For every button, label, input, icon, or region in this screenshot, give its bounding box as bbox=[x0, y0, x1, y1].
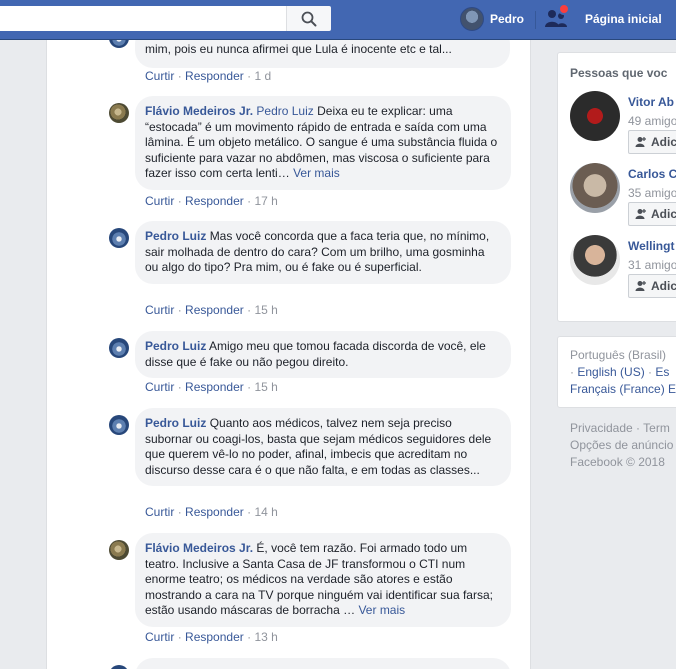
commenter-avatar[interactable] bbox=[109, 103, 129, 123]
separator: · bbox=[636, 421, 641, 435]
comments-panel: mim, pois eu nunca afirmei que Lula é in… bbox=[46, 40, 531, 669]
like-link[interactable]: Curtir bbox=[145, 630, 174, 644]
comment-time[interactable]: 14 h bbox=[254, 505, 277, 519]
reply-link[interactable]: Responder bbox=[185, 630, 244, 644]
mutual-friends[interactable]: 35 amigo bbox=[628, 186, 676, 200]
current-language: Português (Brasil) bbox=[570, 348, 667, 362]
add-friend-button[interactable]: Adic bbox=[628, 202, 676, 226]
comment-time[interactable]: 1 d bbox=[254, 69, 271, 83]
profile-link[interactable]: Pedro bbox=[460, 6, 524, 32]
comment-actions: Curtir · Responder · 15 h bbox=[145, 380, 278, 394]
comment-author[interactable]: Pedro Luiz bbox=[145, 416, 206, 430]
like-link[interactable]: Curtir bbox=[145, 194, 174, 208]
mutual-friends[interactable]: 49 amigo bbox=[628, 114, 676, 128]
comment-bubble: Flávio Medeiros Jr. Pedro Luiz Deixa eu … bbox=[135, 96, 511, 190]
comment-time[interactable]: 17 h bbox=[254, 194, 277, 208]
separator: · bbox=[570, 365, 574, 379]
avatar bbox=[460, 7, 484, 31]
comment-mention[interactable]: Pedro Luiz bbox=[256, 104, 313, 118]
add-friend-label: Adic bbox=[651, 207, 676, 221]
comment-author[interactable]: Flávio Medeiros Jr. bbox=[145, 104, 253, 118]
privacy-link[interactable]: Privacidade bbox=[570, 421, 633, 435]
language-english[interactable]: English (US) bbox=[577, 365, 644, 379]
divider bbox=[535, 11, 536, 29]
comment-text: mim, pois eu nunca afirmei que Lula é in… bbox=[145, 42, 452, 56]
comment-time[interactable]: 15 h bbox=[254, 303, 277, 317]
footer-links: Privacidade · Term Opções de anúncio Fac… bbox=[570, 420, 673, 471]
person-name[interactable]: Carlos C bbox=[628, 167, 676, 181]
top-bar: Pedro Página inicial bbox=[0, 0, 676, 40]
add-friend-icon bbox=[635, 137, 646, 147]
search-button[interactable] bbox=[286, 6, 331, 31]
mutual-friends[interactable]: 31 amigo bbox=[628, 258, 676, 272]
reply-link[interactable]: Responder bbox=[185, 69, 244, 83]
people-you-may-know: Pessoas que voc Vitor Ab 49 amigo Adic C… bbox=[557, 52, 676, 322]
commenter-avatar[interactable] bbox=[109, 228, 129, 248]
commenter-avatar[interactable] bbox=[109, 338, 129, 358]
language-french[interactable]: Français (France) bbox=[570, 382, 665, 396]
like-link[interactable]: Curtir bbox=[145, 505, 174, 519]
profile-name: Pedro bbox=[490, 12, 525, 26]
add-friend-label: Adic bbox=[651, 135, 676, 149]
see-more-link[interactable]: Ver mais bbox=[358, 603, 405, 617]
reply-link[interactable]: Responder bbox=[185, 505, 244, 519]
commenter-avatar[interactable] bbox=[109, 415, 129, 435]
copyright: Facebook © 2018 bbox=[570, 455, 665, 469]
person-name[interactable]: Wellingt bbox=[628, 239, 674, 253]
comment-actions: Curtir · Responder · 14 h bbox=[145, 505, 278, 519]
section-title: Pessoas que voc bbox=[570, 66, 668, 80]
terms-link[interactable]: Term bbox=[643, 421, 670, 435]
add-friend-button[interactable]: Adic bbox=[628, 274, 676, 298]
home-link[interactable]: Página inicial bbox=[585, 12, 662, 26]
add-friend-icon bbox=[635, 209, 646, 219]
avatar[interactable] bbox=[570, 235, 620, 285]
comment-author[interactable]: Flávio Medeiros Jr. bbox=[145, 541, 253, 555]
comment-actions: Curtir · Responder · 1 d bbox=[145, 69, 272, 83]
commenter-avatar[interactable] bbox=[109, 540, 129, 560]
avatar[interactable] bbox=[570, 91, 620, 141]
comment-bubble: Pedro Luiz Amigo meu que tomou facada di… bbox=[135, 331, 511, 379]
avatar[interactable] bbox=[570, 163, 620, 213]
comment-actions: Curtir · Responder · 13 h bbox=[145, 630, 278, 644]
reply-link[interactable]: Responder bbox=[185, 303, 244, 317]
commenter-avatar[interactable] bbox=[109, 665, 129, 669]
ad-choices-link[interactable]: Opções de anúncio bbox=[570, 437, 673, 454]
language-spanish[interactable]: Es bbox=[655, 365, 669, 379]
notification-badge bbox=[558, 3, 570, 15]
language-other[interactable]: E bbox=[668, 382, 676, 396]
comment-bubble: Flávio Medeiros Jr. É, você tem razão. F… bbox=[135, 533, 511, 627]
add-friend-label: Adic bbox=[651, 279, 676, 293]
comment-time[interactable]: 13 h bbox=[254, 630, 277, 644]
comment-bubble bbox=[135, 658, 511, 669]
see-more-link[interactable]: Ver mais bbox=[293, 166, 340, 180]
comment-author[interactable]: Pedro Luiz bbox=[145, 339, 206, 353]
like-link[interactable]: Curtir bbox=[145, 69, 174, 83]
comment-actions: Curtir · Responder · 17 h bbox=[145, 194, 278, 208]
person-name[interactable]: Vitor Ab bbox=[628, 95, 674, 109]
comment-author[interactable]: Pedro Luiz bbox=[145, 229, 206, 243]
reply-link[interactable]: Responder bbox=[185, 194, 244, 208]
commenter-avatar[interactable] bbox=[109, 40, 129, 48]
like-link[interactable]: Curtir bbox=[145, 380, 174, 394]
comment-bubble: Pedro Luiz Mas você concorda que a faca … bbox=[135, 221, 511, 284]
search-icon bbox=[301, 11, 317, 26]
separator: · bbox=[648, 365, 653, 379]
comment-bubble: mim, pois eu nunca afirmei que Lula é in… bbox=[135, 40, 510, 68]
language-selector: Português (Brasil) · English (US) · Es F… bbox=[557, 336, 676, 408]
like-link[interactable]: Curtir bbox=[145, 303, 174, 317]
comment-bubble: Pedro Luiz Quanto aos médicos, talvez ne… bbox=[135, 408, 511, 487]
comment-time[interactable]: 15 h bbox=[254, 380, 277, 394]
reply-link[interactable]: Responder bbox=[185, 380, 244, 394]
add-friend-icon bbox=[635, 281, 646, 291]
add-friend-button[interactable]: Adic bbox=[628, 130, 676, 154]
comment-actions: Curtir · Responder · 15 h bbox=[145, 303, 278, 317]
search-input[interactable] bbox=[0, 6, 286, 31]
